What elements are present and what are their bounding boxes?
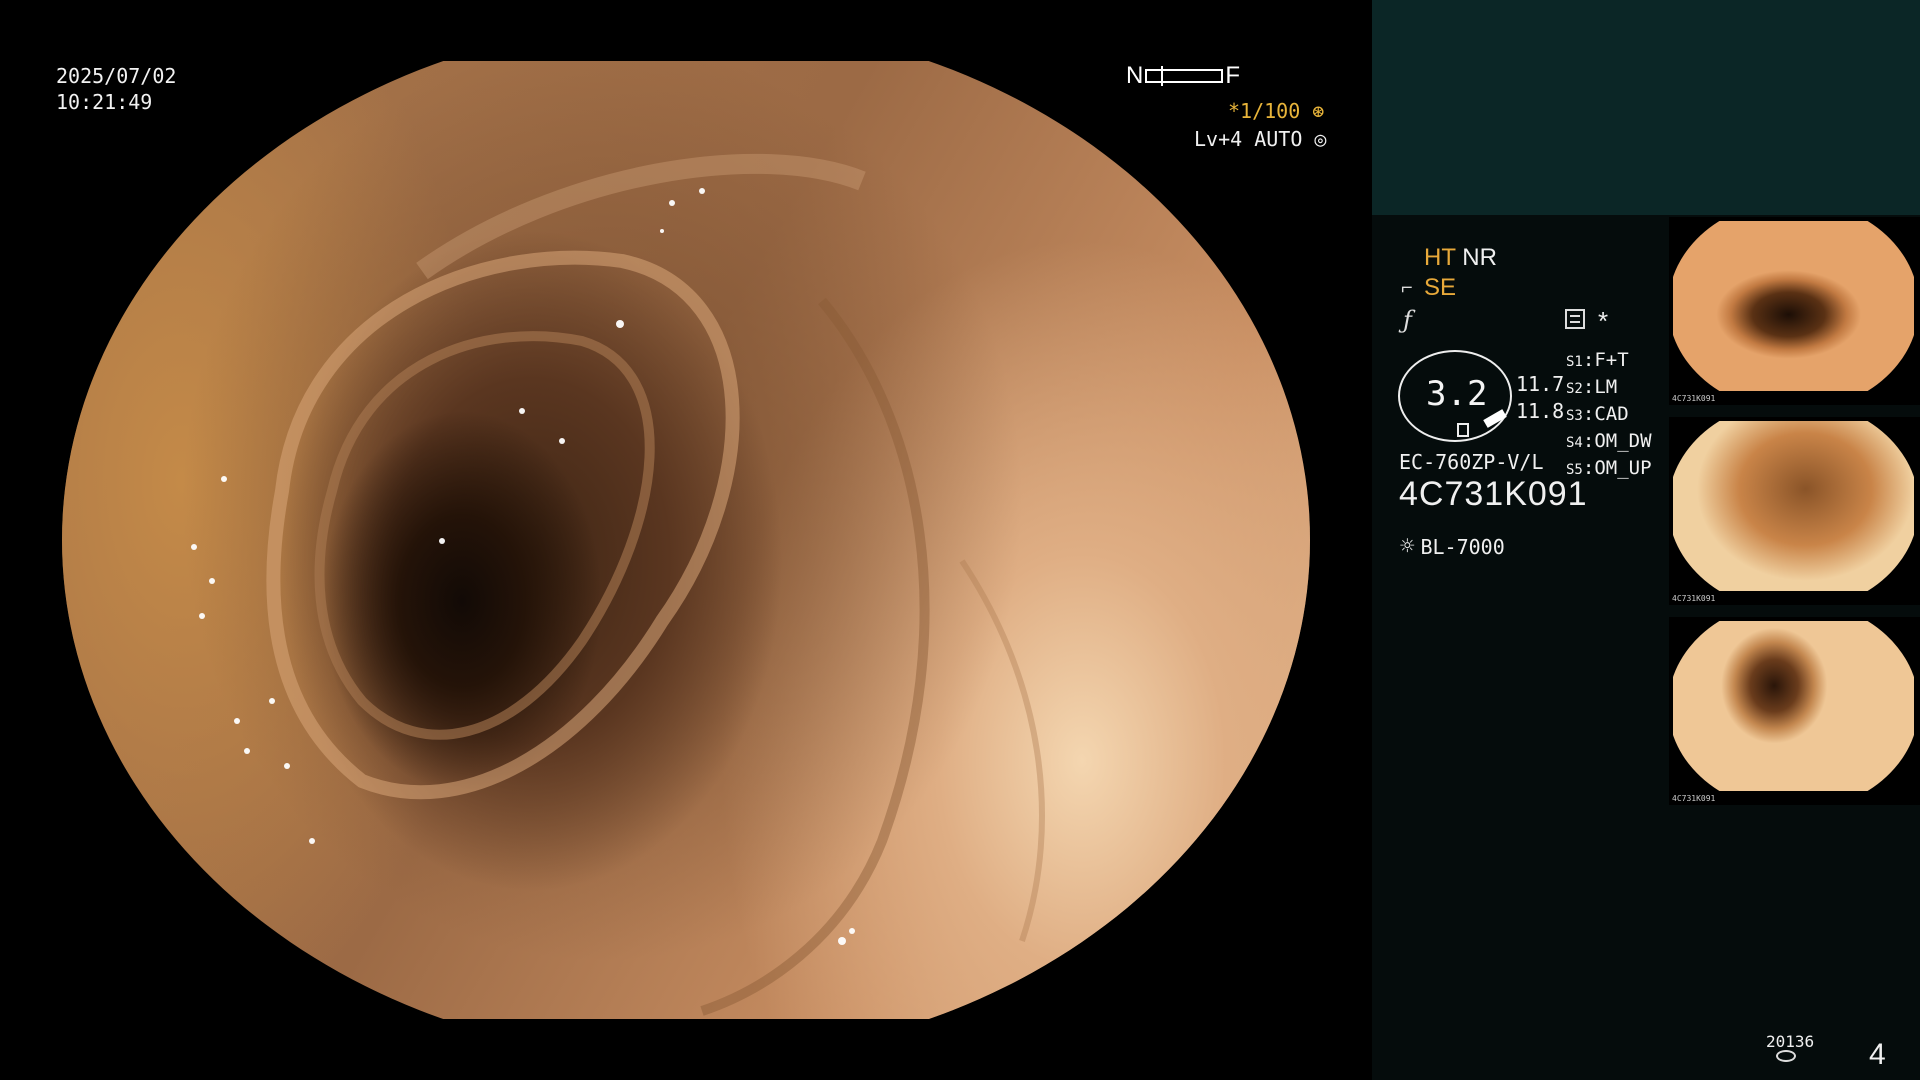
thumbnail-image (1673, 621, 1914, 791)
setting-value: OM_UP (1594, 457, 1652, 479)
scope-settings-list: S1:F+T S2:LM S3:CAD S4:OM_DW S5:OM_UP (1566, 348, 1652, 483)
setting-value: OM_DW (1594, 430, 1652, 452)
setting-row: S2:LM (1566, 376, 1618, 398)
se-text: SE (1424, 274, 1457, 301)
sun-icon: ☼ (1400, 532, 1415, 560)
settings-list-icon (1565, 309, 1585, 329)
level-label: Lv+4 AUTO (1194, 127, 1303, 151)
nr-label: NR (1462, 244, 1497, 271)
capture-thumbnail-3[interactable]: 4C731K091 (1669, 617, 1920, 805)
light-source: ☼ BL-7000 (1400, 532, 1505, 560)
focus-bar (1145, 66, 1224, 86)
thumbnail-image (1673, 421, 1914, 591)
capture-thumbnail-2[interactable]: 4C731K091 (1669, 417, 1920, 605)
gauge-side-value-1: 11.7 (1516, 372, 1565, 396)
scope-model: EC-760ZP-V/L (1399, 450, 1544, 474)
info-panel-header (1372, 0, 1920, 215)
setting-key: S4 (1566, 435, 1583, 451)
mucosa-folds (191, 153, 1045, 1016)
star-icon: * (1598, 306, 1609, 336)
shutter-readout: *1/100 ⊛ (1228, 99, 1324, 123)
light-reflections (191, 188, 855, 945)
timestamp: 2025/07/02 10:21:49 (56, 63, 176, 115)
level-readout: Lv+4 AUTO ◎ (1194, 127, 1326, 151)
se-label: SE (1400, 274, 1456, 302)
setting-key: S1 (1566, 354, 1583, 370)
target-icon: ◎ (1314, 127, 1327, 151)
capture-thumbnail-1[interactable]: 4C731K091 (1669, 217, 1920, 405)
database-icon (1776, 1050, 1796, 1062)
gauge-side-value-2: 11.8 (1516, 399, 1565, 423)
thumbnail-image (1673, 221, 1914, 391)
setting-key: S3 (1566, 408, 1583, 424)
date-label: 2025/07/02 (56, 64, 177, 88)
setting-row: S1:F+T (1566, 349, 1629, 371)
setting-value: CAD (1594, 403, 1629, 425)
setting-row: S3:CAD (1566, 403, 1629, 425)
setting-key: S2 (1566, 381, 1583, 397)
gauge-value: 3.2 (1426, 374, 1488, 414)
thumbnail-serial: 4C731K091 (1672, 394, 1716, 403)
storage-counter: 20136 (1766, 1032, 1815, 1051)
aperture-icon: ⊛ (1312, 99, 1325, 123)
f-icon: ƒ (1403, 306, 1412, 334)
thumbnail-serial: 4C731K091 (1672, 594, 1716, 603)
thumbnail-serial: 4C731K091 (1672, 794, 1716, 803)
setting-value: F+T (1594, 349, 1629, 371)
time-label: 10:21:49 (56, 90, 153, 114)
scope-serial: 4C731K091 (1399, 475, 1588, 513)
setting-value: LM (1594, 376, 1618, 398)
page-number: 4 (1869, 1038, 1886, 1071)
light-source-label: BL-7000 (1420, 535, 1505, 559)
setting-row: S4:OM_DW (1566, 430, 1652, 452)
endoscope-view: 2025/07/02 10:21:49 N F *1/100 ⊛ Lv+4 AU… (0, 0, 1372, 1080)
focus-far-label: F (1225, 62, 1241, 89)
gauge-marker-icon (1457, 423, 1469, 437)
endoscopic-image (62, 61, 1310, 1019)
ht-label: HT (1424, 244, 1456, 271)
focus-near-label: N (1126, 62, 1144, 89)
shutter-label: *1/100 (1228, 99, 1301, 123)
focus-indicator: N F (1126, 62, 1241, 89)
ht-nr-status: HT NR (1424, 244, 1497, 272)
